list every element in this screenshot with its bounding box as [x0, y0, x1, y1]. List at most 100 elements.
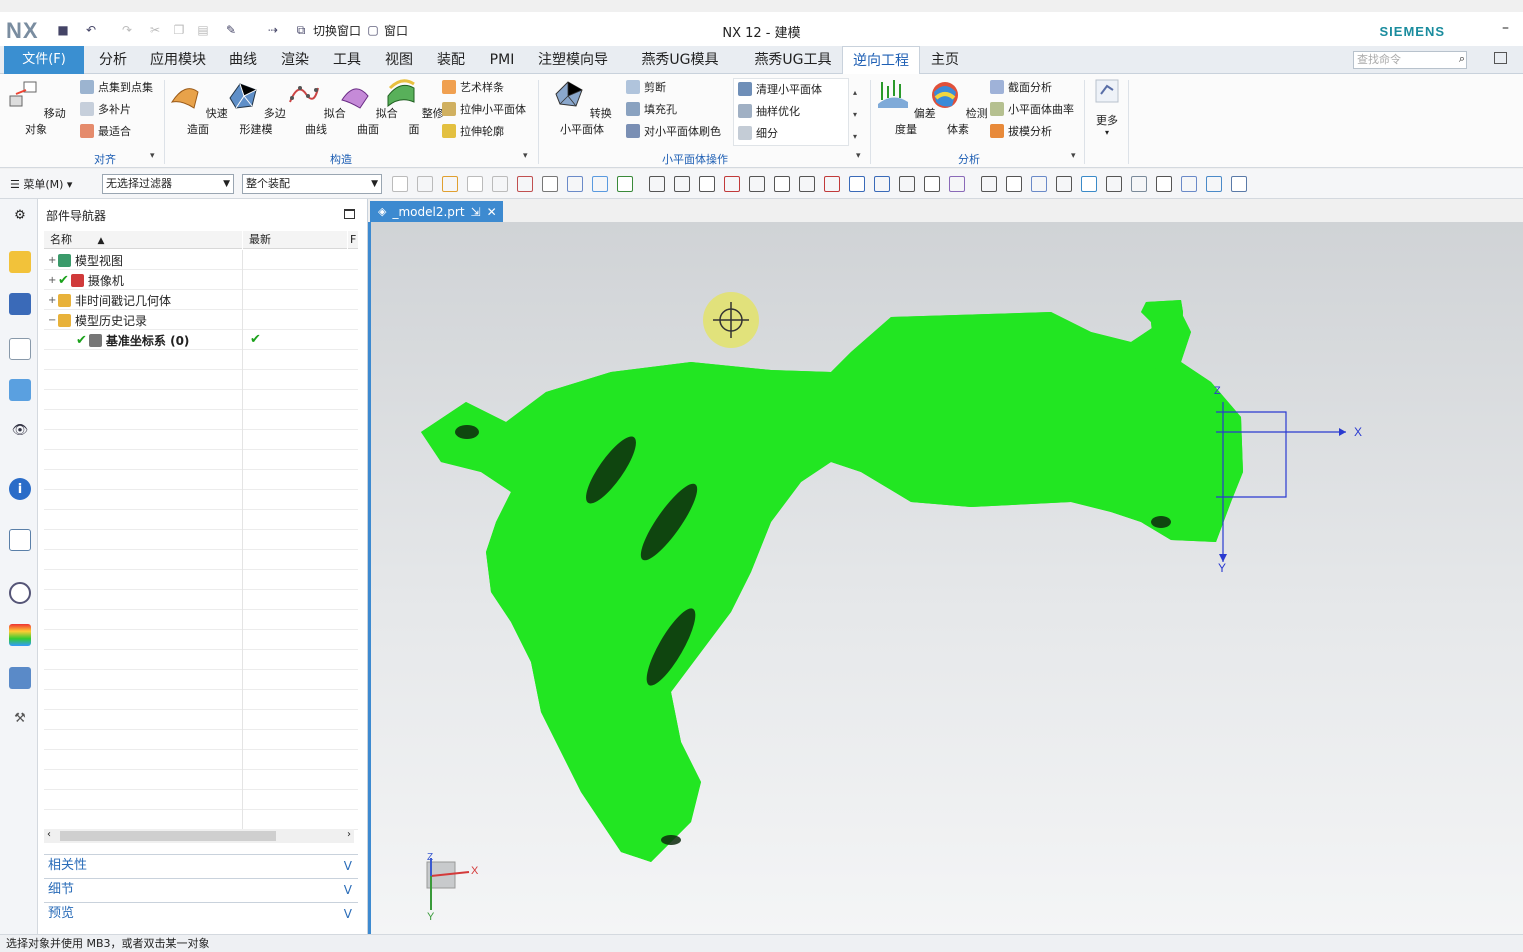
snap-tool-icon[interactable]: [749, 176, 765, 192]
column-header-name[interactable]: 名称 ▲: [44, 231, 242, 249]
tab-file[interactable]: 文件(F): [4, 46, 84, 74]
snap-tool-icon[interactable]: [981, 176, 997, 192]
maximize-icon[interactable]: [344, 209, 355, 219]
tab-pin-icon[interactable]: ⇲: [471, 205, 481, 219]
snap-tool-icon[interactable]: [517, 176, 533, 192]
tab-mold-wizard[interactable]: 注塑模向导: [536, 46, 610, 74]
clock-icon[interactable]: [9, 582, 31, 604]
close-icon[interactable]: ✕: [487, 205, 497, 219]
multi-patch-button[interactable]: 多补片: [80, 100, 131, 118]
search-icon[interactable]: ⌕: [1459, 52, 1465, 66]
snap-tool-icon[interactable]: [617, 176, 633, 192]
chevron-down-icon[interactable]: ▾: [1071, 151, 1076, 161]
section-analysis-button[interactable]: 截面分析: [990, 78, 1052, 96]
tools-icon[interactable]: ⚒: [9, 707, 31, 729]
quick-surface-button[interactable]: 快速造面: [168, 78, 228, 137]
tree-node-model-views[interactable]: + 模型视图: [48, 252, 123, 269]
tree-node-datum-csys[interactable]: ✔ 基准坐标系 (0): [66, 332, 189, 349]
snap-tool-icon[interactable]: [592, 176, 608, 192]
tree-row[interactable]: + 模型视图: [44, 250, 358, 270]
menu-button[interactable]: ☰ 菜单(M) ▾: [10, 176, 72, 192]
visibility-check-icon[interactable]: ✔: [76, 333, 87, 348]
gallery-scroll-icon[interactable]: ▴ ▾ ▾: [853, 82, 857, 148]
tab-yanxiu-mold[interactable]: 燕秀UG模具9.03: [628, 46, 732, 96]
assembly-navigator-icon[interactable]: [9, 251, 31, 273]
column-header-latest[interactable]: 最新: [243, 231, 347, 249]
expand-toggle-icon[interactable]: +: [48, 295, 58, 306]
point-to-point-button[interactable]: 点集到点集: [80, 78, 153, 96]
check-voxel-button[interactable]: 检测体素: [928, 78, 988, 137]
decimate-button[interactable]: 抽样优化: [738, 102, 800, 120]
reuse-library-icon[interactable]: [9, 379, 31, 401]
tab-assembly[interactable]: 装配: [434, 46, 468, 74]
ribbon-options-icon[interactable]: [1494, 52, 1507, 64]
snap-tool-icon[interactable]: [849, 176, 865, 192]
convert-facet-body-button[interactable]: 转换小平面体: [548, 78, 616, 137]
clean-facet-body-button[interactable]: 清理小平面体: [738, 80, 822, 98]
move-object-button[interactable]: 移动对象: [6, 78, 66, 137]
minimize-button[interactable]: –: [1502, 20, 1509, 36]
palette-icon[interactable]: [9, 624, 31, 646]
snap-tool-icon[interactable]: [1006, 176, 1022, 192]
snap-tool-icon[interactable]: [924, 176, 940, 192]
tab-analysis[interactable]: 分析: [96, 46, 130, 74]
tab-view[interactable]: 视图: [382, 46, 416, 74]
3d-canvas[interactable]: X Y Z X Y Z: [368, 222, 1523, 934]
snap-tool-icon[interactable]: [567, 176, 583, 192]
visibility-check-icon[interactable]: ✔: [58, 273, 69, 288]
snip-button[interactable]: 剪断: [626, 78, 666, 96]
snap-tool-icon[interactable]: [492, 176, 508, 192]
snap-tool-icon[interactable]: [1131, 176, 1147, 192]
tab-pmi[interactable]: PMI: [485, 46, 519, 74]
snap-tool-icon[interactable]: [1031, 176, 1047, 192]
type-filter-select[interactable]: 无选择过滤器 ▼: [102, 174, 234, 194]
snap-tool-icon[interactable]: [392, 176, 408, 192]
snap-tool-icon[interactable]: [674, 176, 690, 192]
panel-details[interactable]: 细节 V: [44, 878, 358, 900]
info-icon[interactable]: i: [9, 478, 31, 500]
snap-tool-icon[interactable]: [442, 176, 458, 192]
fill-hole-button[interactable]: 填充孔: [626, 100, 677, 118]
eye-icon[interactable]: 👁: [9, 419, 31, 441]
snap-tool-icon[interactable]: [1106, 176, 1122, 192]
snap-tool-icon[interactable]: [774, 176, 790, 192]
rework-face-button[interactable]: 整修面: [384, 78, 444, 137]
chevron-down-icon[interactable]: ▾: [523, 151, 528, 161]
document-icon[interactable]: [9, 529, 31, 551]
snap-tool-icon[interactable]: [542, 176, 558, 192]
chevron-down-icon[interactable]: ▾: [856, 151, 861, 161]
snap-tool-icon[interactable]: [899, 176, 915, 192]
tab-yanxiu-tools[interactable]: 燕秀UG工具: [752, 46, 834, 74]
tab-applications[interactable]: 应用模块: [146, 46, 210, 74]
tree-row[interactable]: ✔ 基准坐标系 (0) ✔: [44, 330, 358, 350]
fit-curve-button[interactable]: 拟合曲线: [286, 78, 346, 137]
tab-reverse-engineering[interactable]: 逆向工程: [842, 46, 920, 75]
draft-analysis-button[interactable]: 拔模分析: [990, 122, 1052, 140]
polygon-modeling-button[interactable]: 多边形建模: [226, 78, 286, 137]
best-fit-button[interactable]: 最适合: [80, 122, 131, 140]
deviation-gauge-button[interactable]: 偏差度量: [876, 78, 936, 137]
snap-tool-icon[interactable]: [1056, 176, 1072, 192]
document-tab[interactable]: ◈ _model2.prt ⇲ ✕: [370, 201, 503, 222]
part-navigator-icon[interactable]: [9, 338, 31, 360]
scroll-left-icon[interactable]: ‹: [47, 829, 51, 840]
roles-icon[interactable]: [9, 667, 31, 689]
tree-row[interactable]: + ✔ 摄像机: [44, 270, 358, 290]
tab-render[interactable]: 渲染: [278, 46, 312, 74]
tree-node-model-history[interactable]: − 模型历史记录: [48, 312, 147, 329]
paint-facet-button[interactable]: 对小平面体刷色: [626, 122, 721, 140]
panel-dependencies[interactable]: 相关性 V: [44, 854, 358, 876]
tree-row[interactable]: − 模型历史记录: [44, 310, 358, 330]
snap-tool-icon[interactable]: [724, 176, 740, 192]
snap-tool-icon[interactable]: [1081, 176, 1097, 192]
snap-tool-icon[interactable]: [1231, 176, 1247, 192]
studio-spline-button[interactable]: 艺术样条: [442, 78, 504, 96]
expand-toggle-icon[interactable]: +: [48, 255, 58, 266]
panel-preview[interactable]: 预览 V: [44, 902, 358, 924]
snap-tool-icon[interactable]: [824, 176, 840, 192]
scrollbar-thumb[interactable]: [60, 831, 276, 841]
snap-tool-icon[interactable]: [1156, 176, 1172, 192]
extrude-profile-button[interactable]: 拉伸轮廓: [442, 122, 504, 140]
extrude-facet-body-button[interactable]: 拉伸小平面体: [442, 100, 526, 118]
chevron-down-icon[interactable]: ▾: [150, 151, 155, 161]
